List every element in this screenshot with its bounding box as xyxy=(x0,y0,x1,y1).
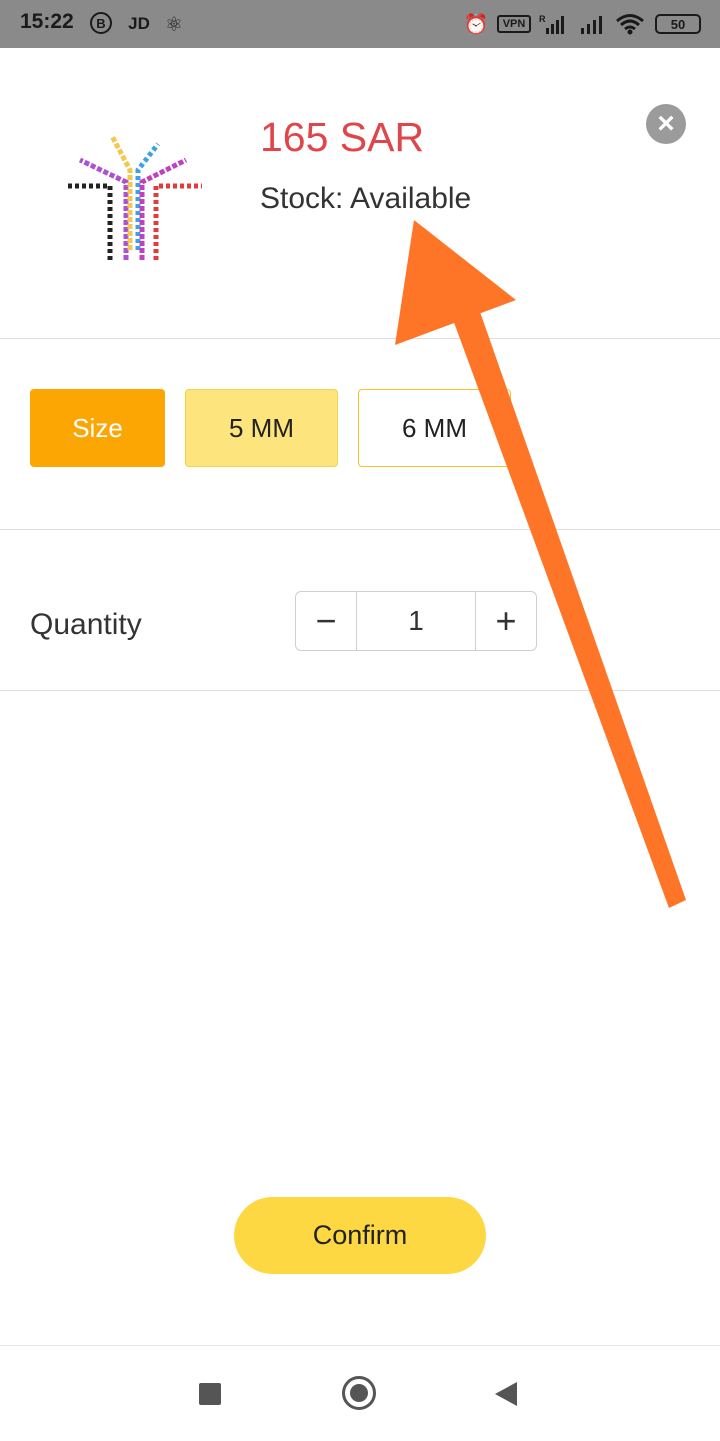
product-image xyxy=(66,134,202,260)
roaming-indicator: R xyxy=(539,14,546,24)
confirm-button[interactable]: Confirm xyxy=(234,1197,486,1274)
close-icon: × xyxy=(657,107,675,140)
square-icon[interactable] xyxy=(199,1383,221,1405)
size-option-5mm[interactable]: 5 MM xyxy=(185,389,338,467)
status-bar: 15:22 B JD ⚛ ⏰ VPN R 50 xyxy=(0,0,720,48)
plus-icon: + xyxy=(495,600,517,641)
arrow-head xyxy=(395,220,516,345)
product-price: 165 SAR xyxy=(260,114,425,160)
navigation-bar xyxy=(0,1345,720,1441)
atom-icon: ⚛ xyxy=(165,13,183,36)
divider xyxy=(0,690,720,691)
vpn-icon: VPN xyxy=(497,15,531,33)
close-button[interactable]: × xyxy=(646,104,686,144)
circle-icon[interactable] xyxy=(342,1376,376,1410)
jd-app-icon: JD xyxy=(128,14,150,33)
signal-icon-1: R xyxy=(539,14,564,34)
b-app-icon: B xyxy=(90,12,112,34)
increment-button[interactable]: + xyxy=(476,592,536,650)
size-label: Size xyxy=(30,389,165,467)
battery-icon: 50 xyxy=(655,14,701,34)
wifi-icon xyxy=(616,14,644,35)
triangle-back-icon[interactable] xyxy=(495,1382,517,1406)
status-time: 15:22 xyxy=(20,10,74,33)
stock-status: Stock: Available xyxy=(260,182,472,215)
signal-icon-2 xyxy=(581,16,602,34)
quantity-label: Quantity xyxy=(30,608,142,641)
quantity-value[interactable]: 1 xyxy=(356,592,476,650)
divider xyxy=(0,338,720,339)
alarm-icon: ⏰ xyxy=(463,13,489,36)
size-option-6mm[interactable]: 6 MM xyxy=(358,389,511,467)
minus-icon: − xyxy=(315,600,337,641)
divider xyxy=(0,529,720,530)
quantity-stepper: − 1 + xyxy=(295,591,537,651)
decrement-button[interactable]: − xyxy=(296,592,356,650)
